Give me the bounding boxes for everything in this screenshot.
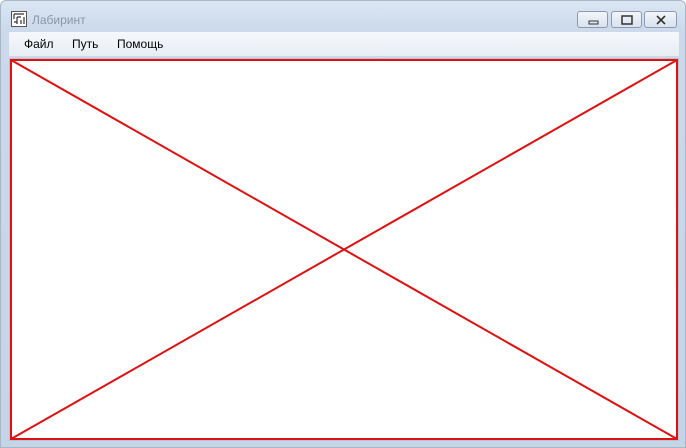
maximize-icon (621, 15, 633, 25)
minimize-icon (588, 20, 599, 25)
menu-item-help[interactable]: Помощь (117, 36, 163, 52)
menu-item-file[interactable]: Файл (24, 36, 54, 52)
minimize-button[interactable] (577, 11, 608, 28)
close-button[interactable] (644, 11, 677, 28)
title-bar[interactable]: Лабиринт (1, 1, 685, 31)
menu-bar: Файл Путь Помощь (9, 32, 679, 56)
window-title: Лабиринт (32, 13, 86, 27)
canvas-drawing (10, 59, 678, 440)
app-window: Лабиринт Файл Путь Помощь (0, 0, 686, 448)
close-icon (656, 15, 666, 25)
maze-canvas[interactable] (9, 58, 679, 441)
menu-item-path[interactable]: Путь (72, 36, 98, 52)
maximize-button[interactable] (611, 11, 642, 28)
maze-app-icon[interactable] (11, 11, 27, 27)
